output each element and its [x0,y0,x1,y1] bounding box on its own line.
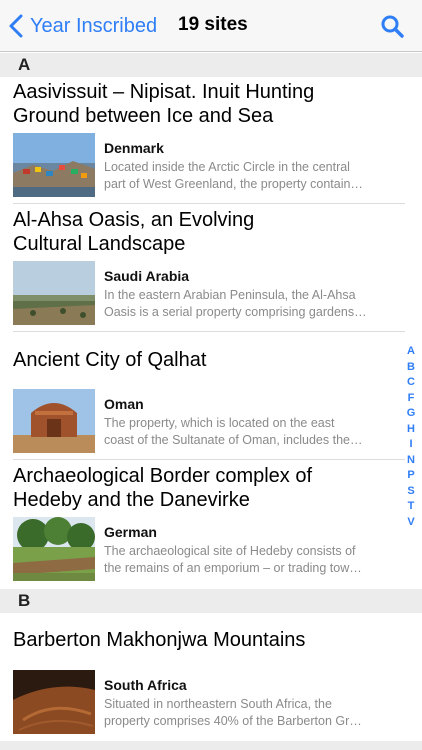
chevron-left-icon [9,14,23,38]
page-title: 19 sites [178,14,248,35]
index-letter-c[interactable]: C [407,375,415,391]
section-header-a: A [0,53,422,77]
site-thumbnail [13,261,95,325]
site-country: Saudi Arabia [104,268,190,284]
index-letter-f[interactable]: F [408,391,415,407]
site-thumbnail [13,670,95,734]
index-letter-n[interactable]: N [407,453,415,469]
index-letter-a[interactable]: A [407,344,415,360]
back-button-label: Year Inscribed [30,14,158,37]
site-title: Archaeological Border complex of Hedeby … [13,465,313,511]
back-button[interactable]: Year Inscribed [8,12,157,40]
index-letter-i[interactable]: I [409,437,412,453]
search-icon[interactable] [380,14,404,38]
divider [13,331,405,332]
site-country: South Africa [104,677,187,693]
index-letter-v[interactable]: V [407,515,414,531]
index-letter-h[interactable]: H [407,422,415,438]
site-thumbnail [13,389,95,453]
index-letter-s[interactable]: S [407,484,414,500]
index-letter-p[interactable]: P [407,468,414,484]
navigation-bar: Year Inscribed 19 sites [0,0,422,52]
divider [13,203,405,204]
site-description: In the eastern Arabian Peninsula, the Al… [104,288,367,319]
site-title: Ancient City of Qalhat [13,349,207,371]
site-description: The archaeological site of Hedeby consis… [104,544,362,575]
site-title: Al-Ahsa Oasis, an Evolving Cultural Land… [13,209,255,255]
index-letter-t[interactable]: T [408,499,415,515]
site-country: German [104,524,157,540]
divider [13,459,405,460]
site-thumbnail [13,133,95,197]
site-country: Oman [104,396,144,412]
site-thumbnail [13,517,95,581]
site-description: The property, which is located on the ea… [104,416,363,447]
site-description: Located inside the Arctic Circle in the … [104,160,363,191]
site-country: Denmark [104,140,164,156]
section-header-b: B [0,589,422,613]
index-letter-b[interactable]: B [407,360,415,376]
site-title: Barberton Makhonjwa Mountains [13,629,306,651]
site-title: Aasivissuit – Nipisat. Inuit Hunting Gro… [13,81,315,127]
section-header-c [0,741,422,750]
alphabet-index[interactable]: ABCFGHINPSTV [404,344,418,530]
site-description: Situated in northeastern South Africa, t… [104,697,362,728]
index-letter-g[interactable]: G [407,406,416,422]
